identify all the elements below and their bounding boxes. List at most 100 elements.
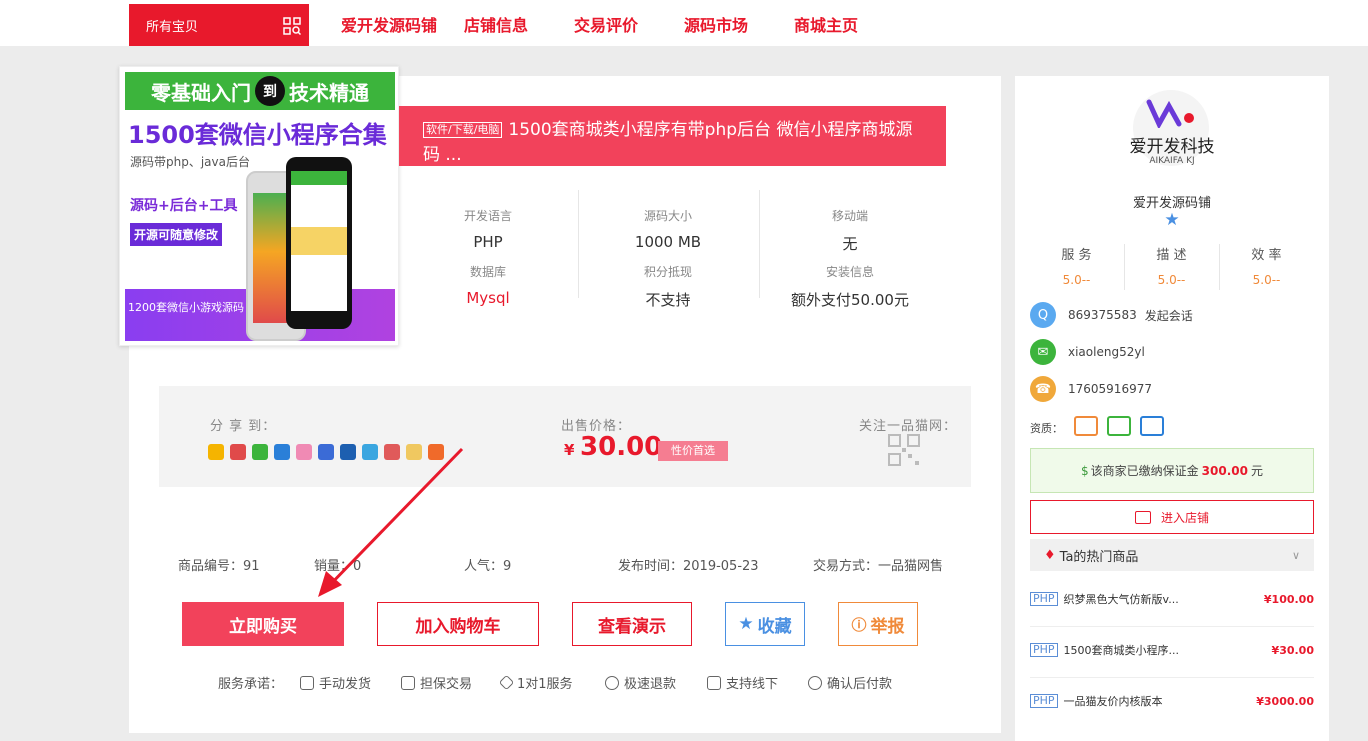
- nav-source-market[interactable]: 源码市场: [684, 12, 748, 36]
- qq-number: 869375583: [1068, 308, 1137, 322]
- divider: [1030, 677, 1314, 678]
- service-text: 极速退款: [624, 677, 677, 692]
- score-value: 5.0--: [1157, 273, 1186, 287]
- service-text: 支持线下: [726, 677, 779, 692]
- deposit-notice: $ 该商家已缴纳保证金 300.00 元: [1030, 448, 1314, 493]
- service-item: 确认后付款: [808, 673, 892, 692]
- hot-product-item[interactable]: PHP 1500套商城类小程序... ¥30.00: [1030, 642, 1314, 658]
- favorite-button[interactable]: ★ 收藏: [725, 602, 805, 646]
- image-text: 零基础入门: [151, 80, 251, 105]
- image-text: 开源可随意修改: [130, 223, 223, 246]
- category-tag[interactable]: 软件/下载/电脑: [423, 122, 503, 138]
- qq-share-icon[interactable]: [274, 444, 290, 460]
- hot-product-item[interactable]: PHP 织梦黑色大气仿新版v... ¥100.00: [1030, 591, 1314, 607]
- attr-label: 安装信息: [825, 265, 874, 279]
- currency-symbol: ¥: [564, 441, 575, 459]
- shop-sidebar: 爱开发科技 AIKAIFA KJ 爱开发源码铺 ★ 服 务 5.0-- 描 述 …: [1015, 76, 1329, 741]
- enterprise-credential-icon[interactable]: [1140, 416, 1164, 436]
- attr-label: 数据库: [469, 265, 506, 279]
- score-value: 5.0--: [1062, 273, 1091, 287]
- service-text: 担保交易: [420, 677, 473, 692]
- report-label: 举报: [870, 616, 905, 637]
- add-to-cart-button[interactable]: 加入购物车: [377, 602, 539, 646]
- score-label: 服 务: [1061, 248, 1092, 263]
- all-goods-button[interactable]: 所有宝贝: [129, 4, 309, 46]
- score-label: 描 述: [1156, 248, 1187, 263]
- enter-shop-button[interactable]: 进入店铺: [1030, 500, 1314, 534]
- report-button[interactable]: ⓘ 举报: [838, 602, 918, 646]
- attr-value: 1000 MB: [634, 233, 702, 251]
- deposit-unit: 元: [1250, 464, 1263, 478]
- nav-shop-home[interactable]: 爱开发源码铺: [341, 12, 437, 36]
- buy-now-button[interactable]: 立即购买: [182, 602, 344, 646]
- price-tag: 性价首选: [658, 441, 728, 461]
- service-item: 手动发货: [300, 673, 371, 692]
- image-text: 技术精通: [289, 80, 369, 105]
- hot-products-header[interactable]: ♦ Ta的热门商品 ∨: [1030, 539, 1314, 571]
- chevron-down-icon: ∨: [1291, 548, 1300, 562]
- check-icon: [808, 675, 822, 690]
- trade-method: 交易方式：一品猫网售: [813, 559, 944, 574]
- hot-product-price: ¥100.00: [1263, 592, 1314, 606]
- hot-product-name: 织梦黑色大气仿新版v...: [1063, 593, 1179, 606]
- logo-name: 爱开发科技: [1129, 137, 1215, 157]
- qzone-share-icon[interactable]: [208, 444, 224, 460]
- fire-icon: ♦: [1044, 547, 1056, 563]
- hot-title: Ta的热门商品: [1059, 549, 1139, 565]
- annotation-arrow-icon: [318, 447, 464, 597]
- top-navbar: 所有宝贝 爱开发源码铺 店铺信息 交易评价 源码市场 商城主页: [0, 0, 1368, 46]
- credentials-label: 资质：: [1030, 422, 1063, 435]
- nav-mall-home[interactable]: 商城主页: [794, 12, 858, 36]
- view-demo-button[interactable]: 查看演示: [572, 602, 692, 646]
- image-text: 到: [255, 76, 285, 106]
- score-value: 5.0--: [1252, 273, 1281, 287]
- price: ¥ 30.00: [564, 432, 662, 462]
- nav-shop-info[interactable]: 店铺信息: [464, 12, 528, 36]
- phone-mockup: [286, 157, 352, 329]
- deposit-prefix: 该商家已缴纳保证金: [1090, 464, 1199, 478]
- hot-product-item[interactable]: PHP 一品猫友价内核版本 ¥3000.00: [1030, 693, 1314, 709]
- divider: [578, 190, 579, 298]
- shop-logo[interactable]: 爱开发科技 AIKAIFA KJ: [1123, 84, 1221, 174]
- qrcode-icon[interactable]: [888, 434, 920, 466]
- service-text: 手动发货: [319, 677, 372, 692]
- clock-icon: [605, 675, 619, 690]
- all-goods-label: 所有宝贝: [146, 19, 199, 35]
- image-banner: 零基础入门 到 技术精通: [125, 72, 395, 110]
- phone-contact[interactable]: ☎ 17605916977: [1030, 376, 1152, 402]
- attr-value: 不支持: [645, 291, 691, 309]
- wechat-contact[interactable]: ✉ xiaoleng52yl: [1030, 339, 1145, 365]
- nav-reviews[interactable]: 交易评价: [574, 12, 638, 36]
- service-text: 1对1服务: [517, 677, 573, 692]
- attr-value: 额外支付50.00元: [791, 291, 909, 309]
- lang-tag: PHP: [1030, 592, 1058, 606]
- id-card-credential-icon[interactable]: [1074, 416, 1098, 436]
- service-text: 确认后付款: [827, 677, 893, 692]
- phone-number: 17605916977: [1068, 382, 1152, 396]
- qq-action[interactable]: 发起会话: [1145, 307, 1193, 324]
- star-icon: ★: [738, 614, 754, 634]
- image-text: 源码带php、java后台: [130, 155, 250, 169]
- weibo-share-icon[interactable]: [230, 444, 246, 460]
- hot-product-name: 1500套商城类小程序...: [1063, 644, 1180, 657]
- wechat-id: xiaoleng52yl: [1068, 345, 1145, 359]
- favorite-label: 收藏: [757, 616, 792, 637]
- publish-date: 发布时间：2019-05-23: [618, 559, 759, 574]
- service-item: 极速退款: [605, 673, 676, 692]
- hot-product-name: 一品猫友价内核版本: [1063, 695, 1163, 708]
- lang-tag: PHP: [1030, 694, 1058, 708]
- money-bag-icon: $: [1081, 463, 1089, 478]
- shop-logo-icon: [1146, 99, 1194, 128]
- store-icon: [1134, 510, 1151, 524]
- wechat-share-icon[interactable]: [252, 444, 268, 460]
- logo-sub: AIKAIFA KJ: [1149, 156, 1195, 166]
- product-title: 软件/下载/电脑 1500套商城类小程序有带php后台 微信小程序商城源码 ...: [399, 106, 946, 166]
- qq-contact[interactable]: Q 869375583 发起会话: [1030, 302, 1193, 328]
- info-icon: ⓘ: [851, 615, 867, 634]
- share-label: 分 享 到：: [210, 419, 277, 434]
- attr-value: 无: [842, 235, 858, 253]
- hand-icon: [300, 675, 314, 690]
- license-credential-icon[interactable]: [1107, 416, 1131, 436]
- shop-name[interactable]: 爱开发源码铺: [1015, 192, 1329, 211]
- product-image[interactable]: 零基础入门 到 技术精通 1500套微信小程序合集 源码带php、java后台 …: [119, 66, 399, 346]
